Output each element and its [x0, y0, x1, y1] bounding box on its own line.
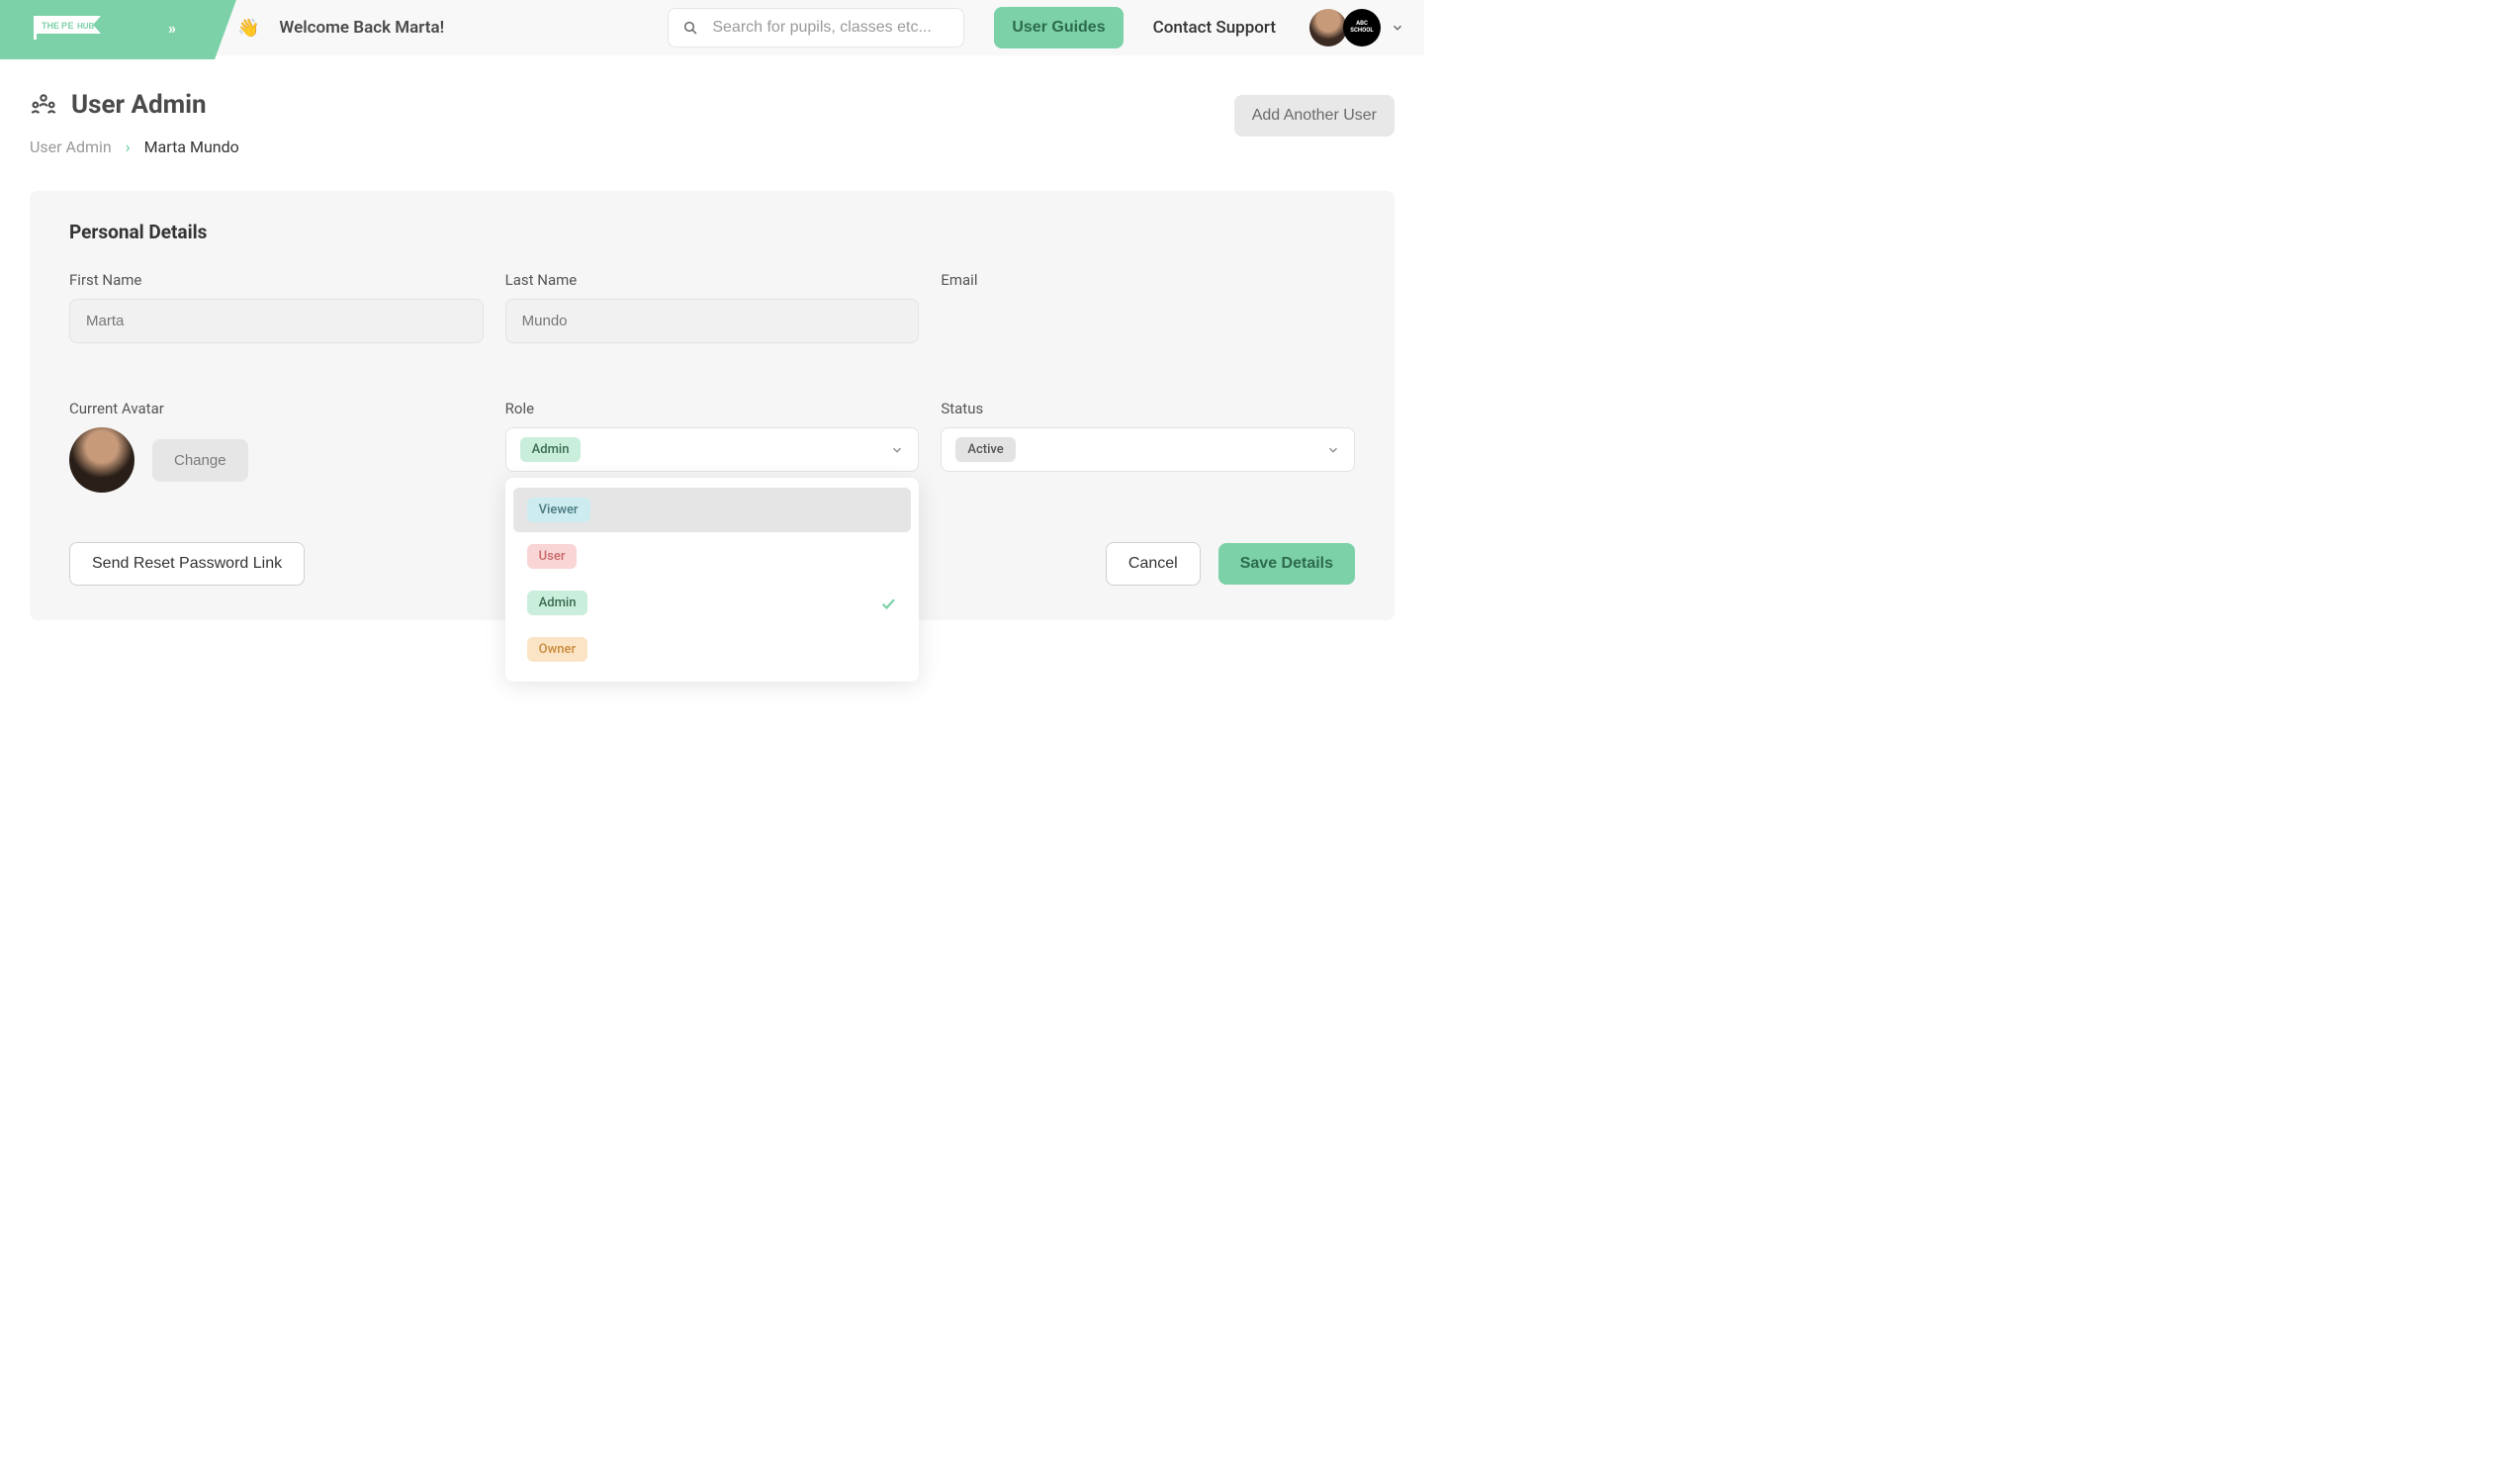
logo-block: THE PE HUB » — [0, 0, 237, 59]
user-avatar-small[interactable] — [1309, 9, 1347, 46]
status-select[interactable]: Active — [941, 427, 1355, 472]
owner-pill: Owner — [527, 637, 587, 662]
user-pill: User — [527, 544, 578, 569]
section-title: Personal Details — [69, 221, 1355, 243]
first-name-input[interactable] — [69, 299, 484, 343]
personal-details-panel: Personal Details First Name Last Name Em… — [30, 191, 1395, 620]
user-group-icon — [30, 91, 57, 119]
role-option-admin[interactable]: Admin — [513, 581, 912, 625]
account-chevron-down-icon[interactable] — [1391, 21, 1404, 35]
last-name-input[interactable] — [505, 299, 920, 343]
wave-emoji-icon: 👋 — [237, 18, 259, 39]
search-icon — [682, 20, 698, 36]
breadcrumb: User Admin › Marta Mundo — [30, 137, 239, 156]
current-avatar-image — [69, 427, 135, 493]
school-badge-icon[interactable]: ABC SCHOOL — [1343, 9, 1381, 46]
user-guides-button[interactable]: User Guides — [994, 7, 1123, 48]
email-label: Email — [941, 271, 1355, 289]
status-label: Status — [941, 400, 1355, 417]
role-selected-pill: Admin — [520, 437, 582, 462]
role-option-user[interactable]: User — [513, 534, 912, 579]
last-name-label: Last Name — [505, 271, 920, 289]
svg-text:HUB: HUB — [77, 22, 95, 31]
role-label: Role — [505, 400, 920, 417]
add-user-button[interactable]: Add Another User — [1234, 95, 1395, 137]
viewer-pill: Viewer — [527, 498, 590, 522]
reset-password-button[interactable]: Send Reset Password Link — [69, 542, 305, 586]
role-option-owner[interactable]: Owner — [513, 627, 912, 672]
check-icon — [879, 595, 897, 612]
search-box[interactable] — [668, 8, 964, 47]
svg-text:THE: THE — [42, 21, 59, 31]
change-avatar-button[interactable]: Change — [152, 439, 248, 482]
top-header: THE PE HUB » 👋 Welcome Back Marta! User … — [0, 0, 1424, 55]
cancel-button[interactable]: Cancel — [1106, 542, 1201, 586]
breadcrumb-current: Marta Mundo — [144, 137, 239, 156]
role-option-viewer[interactable]: Viewer — [513, 488, 912, 532]
expand-sidebar-icon[interactable]: » — [168, 19, 176, 38]
first-name-label: First Name — [69, 271, 484, 289]
svg-text:PE: PE — [61, 21, 74, 31]
logo-flag-icon: THE PE HUB — [30, 13, 119, 43]
page-title: User Admin — [71, 90, 207, 120]
badge-bottom-text: SCHOOL — [1350, 28, 1373, 35]
welcome-text: Welcome Back Marta! — [279, 18, 444, 38]
chevron-down-icon — [890, 443, 904, 457]
contact-support-link[interactable]: Contact Support — [1153, 18, 1276, 38]
role-select[interactable]: Admin Viewer User Admin — [505, 427, 920, 472]
role-dropdown: Viewer User Admin Owner — [505, 478, 920, 682]
admin-pill: Admin — [527, 591, 588, 615]
search-input[interactable] — [712, 19, 949, 37]
chevron-down-icon — [1326, 443, 1340, 457]
status-selected-pill: Active — [955, 437, 1015, 462]
avatar-label: Current Avatar — [69, 400, 484, 417]
breadcrumb-root[interactable]: User Admin — [30, 137, 112, 156]
breadcrumb-chevron-icon: › — [126, 137, 131, 156]
save-details-button[interactable]: Save Details — [1218, 543, 1355, 585]
